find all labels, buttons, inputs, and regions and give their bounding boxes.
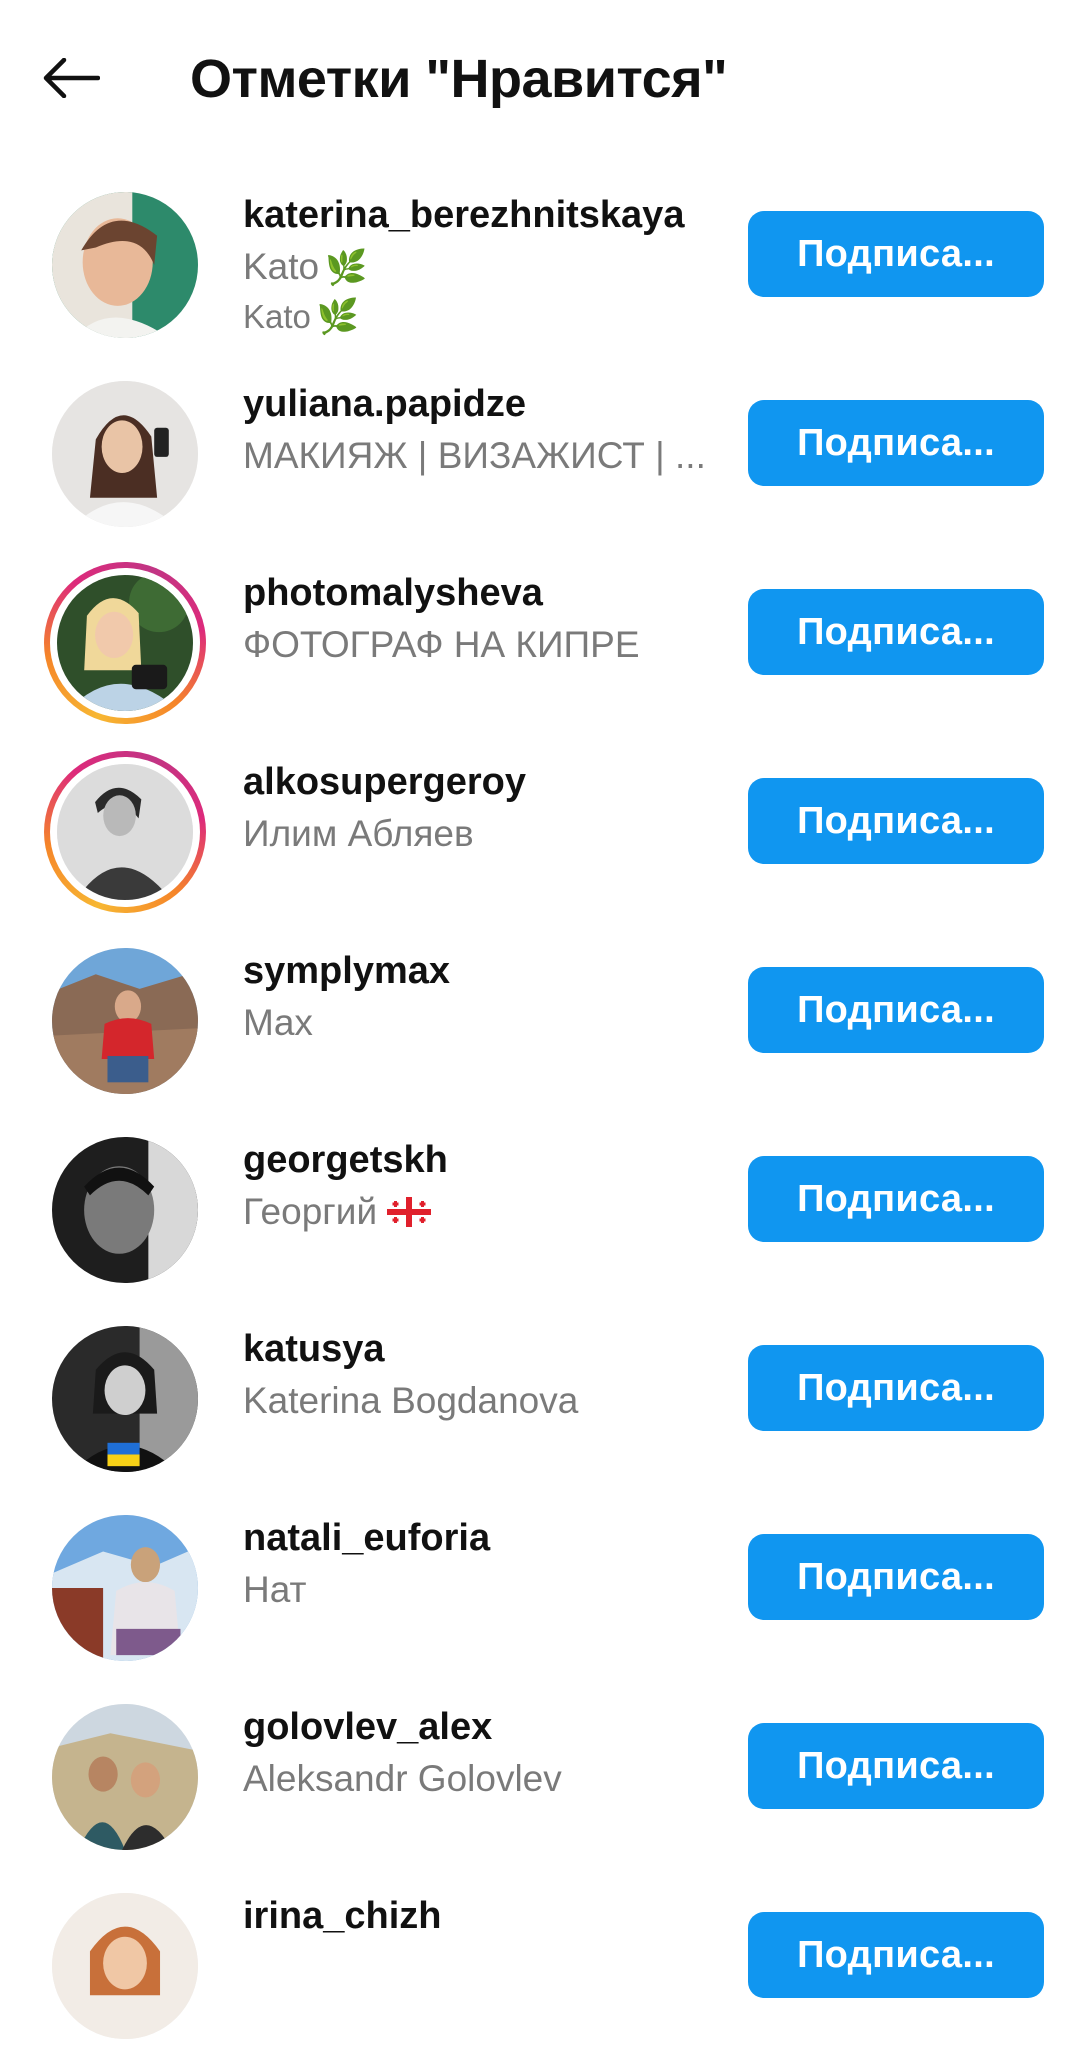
full-name: ФОТОГРАФ НА КИПРЕ xyxy=(243,624,640,665)
full-name: Илим Абляев xyxy=(243,813,474,854)
follow-button[interactable]: Подписа... xyxy=(748,1723,1044,1809)
full-name: Max xyxy=(243,1002,313,1043)
full-name: Нат xyxy=(243,1569,307,1610)
full-name: Aleksandr Golovlev xyxy=(243,1758,562,1799)
full-name: Kato 🌿 xyxy=(243,246,368,287)
username[interactable]: natali_euforia xyxy=(243,1513,733,1563)
follow-button[interactable]: Подписа... xyxy=(748,967,1044,1053)
full-name: Katerina Bogdanova xyxy=(243,1380,579,1421)
list-item[interactable]: yuliana.papidze МАКИЯЖ | ВИЗАЖИСТ | ... … xyxy=(0,359,1080,548)
username[interactable]: golovlev_alex xyxy=(243,1702,733,1752)
username[interactable]: alkosupergeroy xyxy=(243,757,733,807)
likes-list[interactable]: katerina_berezhnitskaya Kato 🌿 Kato 🌿 Подп… xyxy=(0,170,1080,2060)
avatar[interactable] xyxy=(44,184,206,346)
follow-button[interactable]: Подписа... xyxy=(748,589,1044,675)
top-bar: Отметки "Нравится" xyxy=(0,0,1080,160)
avatar[interactable] xyxy=(44,1885,206,2047)
leaf-icon: 🌿 xyxy=(325,249,368,287)
username[interactable]: photomalysheva xyxy=(243,568,733,618)
username[interactable]: symplymax xyxy=(243,946,733,996)
list-item[interactable]: irina_chizh Подписа... xyxy=(0,1871,1080,2060)
follow-button[interactable]: Подписа... xyxy=(748,400,1044,486)
follow-button[interactable]: Подписа... xyxy=(748,1345,1044,1431)
list-item[interactable]: symplymax Max Подписа... xyxy=(0,926,1080,1115)
avatar[interactable] xyxy=(44,1507,206,1669)
username[interactable]: yuliana.papidze xyxy=(243,379,733,429)
avatar[interactable] xyxy=(44,1318,206,1480)
page-title: Отметки "Нравится" xyxy=(190,49,728,109)
follow-button[interactable]: Подписа... xyxy=(748,1912,1044,1998)
full-name: Георгий xyxy=(243,1185,731,1239)
list-item[interactable]: georgetskh Георгий Подписа... xyxy=(0,1115,1080,1304)
follow-button[interactable]: Подписа... xyxy=(748,1156,1044,1242)
back-button[interactable] xyxy=(36,46,106,110)
username[interactable]: georgetskh xyxy=(243,1135,733,1185)
avatar[interactable] xyxy=(44,940,206,1102)
avatar[interactable] xyxy=(44,373,206,535)
username[interactable]: katusya xyxy=(243,1324,733,1374)
list-item[interactable]: alkosupergeroy Илим Абляев Подписа... xyxy=(0,737,1080,926)
username[interactable]: irina_chizh xyxy=(243,1891,733,1941)
follow-button[interactable]: Подписа... xyxy=(748,211,1044,297)
follow-button[interactable]: Подписа... xyxy=(748,778,1044,864)
full-name-secondary: Kato 🌿 xyxy=(243,298,360,336)
username[interactable]: katerina_berezhnitskaya xyxy=(243,190,733,240)
full-name: МАКИЯЖ | ВИЗАЖИСТ | ... xyxy=(243,435,706,476)
list-item[interactable]: natali_euforia Нат Подписа... xyxy=(0,1493,1080,1682)
list-item[interactable]: golovlev_alex Aleksandr Golovlev Подписа… xyxy=(0,1682,1080,1871)
list-item[interactable]: katusya Katerina Bogdanova Подписа... xyxy=(0,1304,1080,1493)
follow-button[interactable]: Подписа... xyxy=(748,1534,1044,1620)
avatar[interactable] xyxy=(44,1696,206,1858)
arrow-left-icon xyxy=(43,58,100,98)
avatar[interactable] xyxy=(44,562,206,724)
list-item[interactable]: photomalysheva ФОТОГРАФ НА КИПРЕ Подписа… xyxy=(0,548,1080,737)
leaf-icon: 🌿 xyxy=(316,298,360,336)
avatar[interactable] xyxy=(44,1129,206,1291)
list-item[interactable]: katerina_berezhnitskaya Kato 🌿 Kato 🌿 Подп… xyxy=(0,170,1080,359)
georgia-flag-icon xyxy=(387,1197,432,1227)
avatar[interactable] xyxy=(44,751,206,913)
